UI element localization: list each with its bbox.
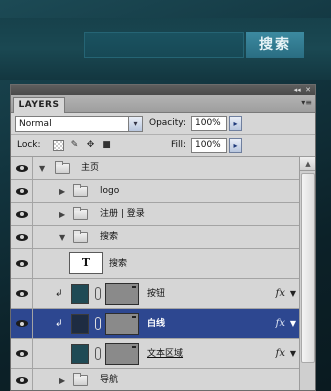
fill-label: Fill:	[171, 140, 187, 150]
layer-name: 注册 | 登录	[100, 209, 145, 219]
collapse-arrow-icon[interactable]: ▶	[59, 203, 65, 226]
collapse-arrow-icon[interactable]: ▶	[59, 369, 65, 390]
layer-effects-icon[interactable]: fx	[276, 339, 285, 369]
lock-move-icon[interactable]: ✥	[85, 140, 96, 151]
web-search-input[interactable]	[84, 32, 244, 58]
visibility-toggle[interactable]	[11, 226, 33, 248]
folder-icon	[73, 207, 88, 220]
collapse-arrow-icon[interactable]: ▶	[59, 180, 65, 203]
close-icon[interactable]: ✕	[305, 86, 311, 94]
expand-arrow-icon[interactable]: ▼	[39, 157, 45, 180]
eye-icon	[15, 376, 28, 384]
layer-list: ▼ 主页 ▶ logo ▶ 注册 | 登录 ▼ 搜索 T 搜索 ↲ 按钮 fx …	[11, 157, 299, 390]
eye-icon	[15, 320, 28, 327]
layer-name: 按钮	[147, 289, 166, 299]
lock-transparency-icon[interactable]	[53, 140, 64, 151]
blend-options-row: Normal ▾ Opacity: 100% ▸	[11, 113, 315, 135]
layer-color-thumbnail	[71, 284, 89, 304]
blend-mode-value: Normal	[19, 119, 52, 129]
eye-icon	[15, 164, 28, 172]
layer-name: 主页	[81, 163, 100, 173]
layer-name: 导航	[100, 375, 119, 385]
clipping-mask-icon: ↲	[55, 289, 63, 299]
link-icon[interactable]	[95, 317, 101, 330]
panel-title-bar[interactable]: ◂◂ ✕	[11, 85, 315, 95]
folder-icon	[73, 184, 88, 197]
layer-name: 搜索	[109, 259, 128, 269]
link-icon[interactable]	[95, 347, 101, 360]
layer-row[interactable]: ↲ 按钮 fx ▼	[11, 279, 299, 309]
layer-row[interactable]: ▶ 注册 | 登录	[11, 203, 299, 226]
blend-mode-select[interactable]: Normal ▾	[15, 116, 143, 132]
layer-row[interactable]: 文本区域 fx ▼	[11, 339, 299, 369]
layer-effects-icon[interactable]: fx	[276, 279, 285, 309]
eye-icon	[15, 233, 28, 241]
vector-mask-thumbnail	[105, 313, 139, 335]
text-layer-thumbnail: T	[69, 252, 103, 274]
opacity-input[interactable]: 100%	[191, 116, 227, 131]
layers-scrollbar[interactable]: ▲	[299, 157, 315, 390]
collapse-icon[interactable]: ◂◂	[294, 86, 301, 94]
mask-marker	[132, 316, 136, 318]
lock-brush-icon[interactable]: ✎	[69, 140, 80, 151]
layer-name: 文本区域	[147, 349, 184, 359]
clipping-mask-icon: ↲	[55, 319, 63, 329]
layer-name: logo	[100, 186, 120, 196]
visibility-toggle[interactable]	[11, 279, 33, 308]
fill-slider-button[interactable]: ▸	[229, 138, 242, 153]
eye-icon	[15, 187, 28, 195]
effects-expand-icon[interactable]: ▼	[290, 339, 296, 369]
folder-icon	[73, 373, 88, 386]
panel-collapse-controls[interactable]: ◂◂ ✕	[294, 85, 311, 95]
layer-color-thumbnail	[71, 314, 89, 334]
visibility-toggle[interactable]	[11, 249, 33, 278]
layer-row[interactable]: ▼ 搜索	[11, 226, 299, 249]
scroll-up-icon[interactable]: ▲	[300, 157, 315, 171]
tab-layers[interactable]: LAYERS	[13, 97, 65, 113]
panel-tab-bar: LAYERS ▾≡	[11, 95, 315, 113]
layer-row-selected[interactable]: ↲ 白线 fx ▼	[11, 309, 299, 339]
link-icon[interactable]	[95, 287, 101, 300]
eye-icon	[15, 350, 28, 357]
opacity-slider-button[interactable]: ▸	[229, 116, 242, 131]
layers-panel: ◂◂ ✕ LAYERS ▾≡ Normal ▾ Opacity: 100% ▸ …	[10, 84, 316, 391]
visibility-toggle[interactable]	[11, 157, 33, 179]
layer-row[interactable]: ▶ 导航	[11, 369, 299, 390]
visibility-toggle[interactable]	[11, 369, 33, 390]
lock-options-row: Lock: ✎ ✥ ■ Fill: 100% ▸	[11, 135, 315, 157]
eye-icon	[15, 260, 28, 267]
effects-expand-icon[interactable]: ▼	[290, 309, 296, 339]
scrollbar-thumb[interactable]	[301, 173, 315, 363]
visibility-toggle[interactable]	[11, 339, 33, 368]
folder-icon	[55, 161, 70, 174]
web-search-button[interactable]: 搜索	[246, 32, 304, 58]
layer-row[interactable]: ▼ 主页	[11, 157, 299, 180]
effects-expand-icon[interactable]: ▼	[290, 279, 296, 309]
folder-icon	[73, 230, 88, 243]
lock-all-icon[interactable]: ■	[101, 140, 112, 151]
mask-marker	[132, 346, 136, 348]
layer-row[interactable]: T 搜索	[11, 249, 299, 279]
layer-effects-icon[interactable]: fx	[276, 309, 285, 339]
layer-name: 白线	[147, 319, 166, 329]
eye-icon	[15, 290, 28, 297]
visibility-toggle[interactable]	[11, 309, 33, 338]
mask-marker	[132, 286, 136, 288]
layer-name: 搜索	[100, 232, 119, 242]
panel-menu-icon[interactable]: ▾≡	[301, 98, 312, 107]
fill-input[interactable]: 100%	[191, 138, 227, 153]
layer-color-thumbnail	[71, 344, 89, 364]
expand-arrow-icon[interactable]: ▼	[59, 226, 65, 249]
visibility-toggle[interactable]	[11, 203, 33, 225]
vector-mask-thumbnail	[105, 283, 139, 305]
visibility-toggle[interactable]	[11, 180, 33, 202]
vector-mask-thumbnail	[105, 343, 139, 365]
lock-label: Lock:	[17, 140, 41, 150]
chevron-down-icon[interactable]: ▾	[128, 117, 142, 131]
layer-row[interactable]: ▶ logo	[11, 180, 299, 203]
eye-icon	[15, 210, 28, 218]
opacity-label: Opacity:	[149, 118, 186, 128]
